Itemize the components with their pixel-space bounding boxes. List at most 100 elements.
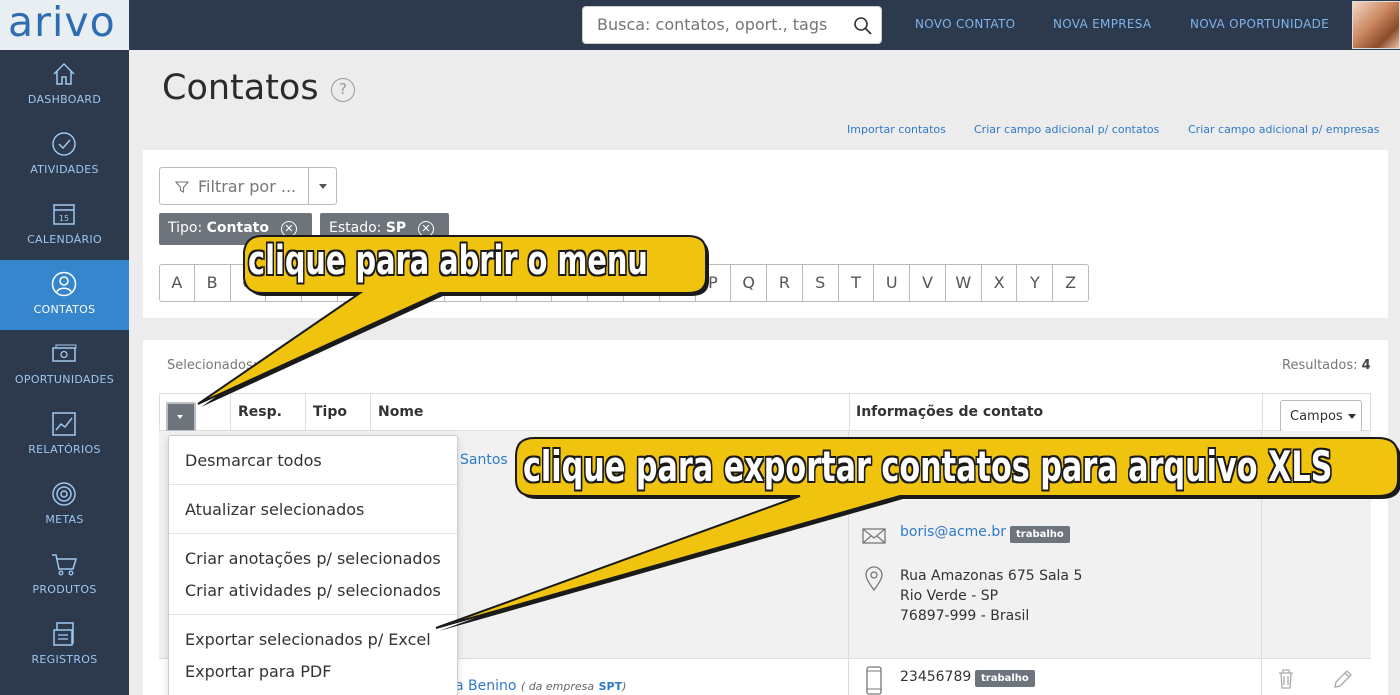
column-divider	[370, 394, 371, 432]
close-icon[interactable]: ✕	[281, 221, 297, 237]
letter-filter-x[interactable]: X	[981, 264, 1018, 302]
extra-field-contacts-link[interactable]: Criar campo adicional p/ contatos	[974, 123, 1159, 136]
letter-filter-u[interactable]: U	[874, 264, 911, 302]
fields-button-label: Campos	[1290, 409, 1343, 424]
new-contact-link[interactable]: NOVO CONTATO	[915, 17, 1015, 31]
menu-divider	[169, 614, 457, 615]
menu-item-update-selected[interactable]: Atualizar selecionados	[185, 500, 364, 519]
money-icon	[52, 344, 77, 362]
page-title: Contatos	[162, 68, 319, 108]
new-company-link[interactable]: NOVA EMPRESA	[1053, 17, 1151, 31]
column-header-tipo[interactable]: Tipo	[313, 404, 347, 420]
contact-email-link[interactable]: boris@acme.br	[900, 524, 1006, 540]
help-icon[interactable]: ?	[331, 78, 355, 102]
bulk-actions-button[interactable]	[166, 402, 196, 432]
filter-dropdown-toggle[interactable]	[308, 167, 337, 205]
cart-icon	[52, 554, 78, 576]
letter-filter-s[interactable]: S	[802, 264, 839, 302]
avatar[interactable]	[1352, 1, 1400, 49]
calendar-icon: 15	[53, 204, 75, 225]
extra-field-companies-link[interactable]: Criar campo adicional p/ empresas	[1188, 123, 1380, 136]
sidebar: DASHBOARD ATIVIDADES 15 CALENDÁRIO CONTA…	[0, 50, 129, 695]
chart-icon	[52, 412, 76, 436]
sidebar-item-metas[interactable]: METAS	[0, 470, 129, 540]
bulk-actions-menu: Desmarcar todos Atualizar selecionados C…	[168, 435, 458, 695]
column-header-info[interactable]: Informações de contato	[856, 404, 1043, 420]
chevron-down-icon	[319, 184, 327, 189]
chevron-down-icon	[177, 415, 183, 419]
sidebar-item-calendario[interactable]: 15 CALENDÁRIO	[0, 190, 129, 260]
sidebar-item-oportunidades[interactable]: OPORTUNIDADES	[0, 330, 129, 400]
menu-divider	[169, 484, 457, 485]
menu-divider	[169, 533, 457, 534]
menu-item-create-activities[interactable]: Criar atividades p/ selecionados	[185, 581, 441, 600]
letter-filter-p[interactable]: P	[695, 264, 732, 302]
table-row[interactable]: a Benino ( da empresa SPT)	[455, 678, 626, 694]
target-icon	[52, 482, 76, 506]
address-line: Rio Verde - SP	[900, 588, 999, 604]
envelope-icon	[862, 528, 886, 544]
contact-name-link[interactable]: Santos	[460, 452, 508, 468]
letter-filter-w[interactable]: W	[945, 264, 982, 302]
logo-box[interactable]: arivo	[0, 0, 129, 50]
phone-type-badge: trabalho	[975, 670, 1035, 687]
letter-filter-q[interactable]: Q	[731, 264, 768, 302]
sidebar-item-atividades[interactable]: ATIVIDADES	[0, 120, 129, 190]
app-logo[interactable]: arivo	[8, 0, 116, 46]
letter-filter-t[interactable]: T	[838, 264, 875, 302]
sidebar-item-label: CONTATOS	[33, 303, 96, 316]
menu-item-deselect-all[interactable]: Desmarcar todos	[185, 451, 322, 470]
import-contacts-link[interactable]: Importar contatos	[847, 123, 946, 136]
filter-button[interactable]: Filtrar por ...	[159, 167, 309, 205]
sidebar-item-label: REGISTROS	[31, 653, 98, 666]
sidebar-item-contatos[interactable]: CONTATOS	[0, 260, 129, 330]
letter-filter-a[interactable]: A	[159, 264, 195, 302]
menu-item-export-pdf[interactable]: Exportar para PDF	[185, 662, 331, 681]
letter-filter-r[interactable]: R	[767, 264, 803, 302]
sidebar-item-label: METAS	[45, 513, 84, 526]
fields-button[interactable]: Campos	[1280, 400, 1362, 432]
search-box[interactable]	[582, 6, 882, 44]
records-icon	[53, 622, 74, 646]
sidebar-item-label: PRODUTOS	[32, 583, 97, 596]
sidebar-item-registros[interactable]: REGISTROS	[0, 610, 129, 680]
email-type-badge: trabalho	[1010, 526, 1070, 543]
trash-icon[interactable]	[1277, 668, 1295, 690]
menu-item-create-notes[interactable]: Criar anotações p/ selecionados	[185, 549, 441, 568]
company-link[interactable]: SPT	[599, 680, 623, 693]
letter-filter-z[interactable]: Z	[1053, 264, 1089, 302]
letter-filter-b[interactable]: B	[194, 264, 231, 302]
letter-filter-o[interactable]: O	[659, 264, 696, 302]
address-line: Rua Amazonas 675 Sala 5	[900, 568, 1083, 584]
contact-name-link[interactable]: a Benino	[455, 678, 516, 694]
location-pin-icon	[865, 566, 883, 592]
column-header-resp[interactable]: Resp.	[238, 404, 282, 420]
menu-item-export-excel[interactable]: Exportar selecionados p/ Excel	[185, 630, 431, 649]
column-divider	[849, 394, 850, 432]
filter-label: Filtrar por ...	[198, 177, 297, 196]
search-input[interactable]	[597, 15, 847, 34]
letter-filter-v[interactable]: V	[910, 264, 946, 302]
sidebar-item-label: RELATÓRIOS	[28, 443, 101, 456]
callout-export-xls: clique para exportar contatos para arqui…	[523, 442, 1333, 491]
search-icon[interactable]	[853, 16, 873, 36]
table-header: Resp. Tipo Nome Informações de contato	[159, 393, 1371, 432]
check-circle-icon	[52, 132, 76, 156]
contact-phone: 23456789	[900, 669, 972, 685]
sidebar-item-produtos[interactable]: PRODUTOS	[0, 540, 129, 610]
pencil-icon[interactable]	[1332, 668, 1354, 690]
close-icon[interactable]: ✕	[418, 221, 434, 237]
sidebar-item-label: DASHBOARD	[27, 93, 102, 106]
column-divider	[1262, 394, 1263, 432]
address-line: 76897-999 - Brasil	[900, 608, 1030, 624]
sidebar-item-relatorios[interactable]: RELATÓRIOS	[0, 400, 129, 470]
sidebar-item-label: ATIVIDADES	[30, 163, 99, 176]
sidebar-item-label: OPORTUNIDADES	[14, 373, 115, 386]
callout-open-menu: clique para abrir o menu	[248, 238, 648, 284]
chevron-down-icon	[1348, 414, 1356, 419]
sidebar-item-dashboard[interactable]: DASHBOARD	[0, 50, 129, 120]
new-opportunity-link[interactable]: NOVA OPORTUNIDADE	[1190, 17, 1329, 31]
letter-filter-y[interactable]: Y	[1017, 264, 1054, 302]
column-header-nome[interactable]: Nome	[378, 404, 423, 420]
calendar-day: 15	[59, 214, 69, 223]
